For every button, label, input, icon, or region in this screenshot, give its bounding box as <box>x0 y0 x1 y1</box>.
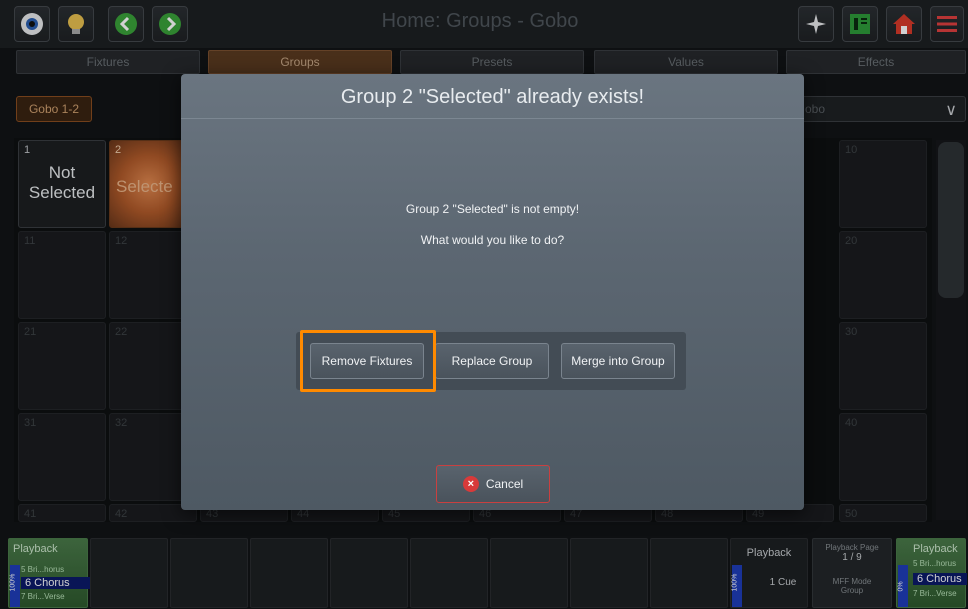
dialog-divider <box>181 118 804 119</box>
cancel-button[interactable]: × Cancel <box>436 465 550 503</box>
dialog-title: Group 2 "Selected" already exists! <box>340 86 645 108</box>
group-exists-dialog: Group 2 "Selected" already exists! Group… <box>181 74 804 510</box>
replace-group-button[interactable]: Replace Group <box>435 343 549 379</box>
highlight-outline <box>300 330 436 392</box>
cancel-label: Cancel <box>485 477 524 491</box>
close-icon: × <box>462 476 479 492</box>
dialog-question: What would you like to do? <box>420 233 565 247</box>
dialog-message: Group 2 "Selected" is not empty! <box>405 202 580 216</box>
merge-into-group-button[interactable]: Merge into Group <box>561 343 675 379</box>
